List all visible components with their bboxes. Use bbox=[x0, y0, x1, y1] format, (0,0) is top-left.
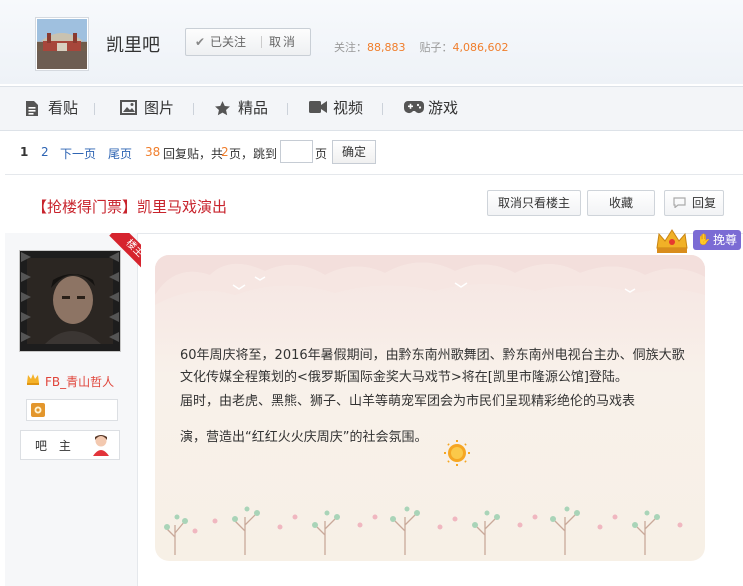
thread-title-bar: 【抢楼得门票】凯里马戏演出 取消只看楼主 收藏 回复 bbox=[5, 174, 743, 234]
gamepad-icon bbox=[404, 101, 424, 113]
nav-divider bbox=[193, 103, 194, 115]
reply-text: 回复贴，共 bbox=[163, 147, 224, 161]
reward-button[interactable]: ✋ 挽尊 bbox=[693, 230, 741, 250]
author-role: 吧 主 bbox=[35, 439, 75, 453]
tab-label: 图片 bbox=[144, 99, 175, 117]
op-badge-label: 楼主 bbox=[109, 233, 141, 271]
thread-title: 【抢楼得门票】凯里马戏演出 bbox=[32, 198, 228, 216]
page-2-link[interactable]: 2 bbox=[41, 145, 49, 159]
posts-label: 贴子： bbox=[419, 41, 453, 54]
document-icon bbox=[26, 101, 38, 116]
follow-toggle-button[interactable]: ✔ 已关注 取消 bbox=[185, 28, 311, 56]
admin-avatar-icon bbox=[93, 435, 109, 456]
follows-label: 关注： bbox=[334, 41, 367, 54]
nav-divider bbox=[287, 103, 288, 115]
jump-confirm-button[interactable]: 确定 bbox=[332, 140, 376, 164]
reply-button[interactable]: 回复 bbox=[664, 190, 724, 216]
post-paragraph: 60年周庆将至，2016年暑假期间，由黔东南州歌舞团、黔东南州电视台主办、侗族大… bbox=[180, 348, 685, 385]
tab-label: 视频 bbox=[333, 99, 364, 117]
star-icon bbox=[215, 101, 230, 116]
pages-text: 页，跳到 bbox=[229, 147, 278, 161]
reward-label: 挽尊 bbox=[713, 233, 738, 247]
page-unit: 页 bbox=[315, 147, 328, 161]
total-pages: 2 bbox=[221, 145, 229, 159]
post-content-card: 60年周庆将至，2016年暑假期间，由黔东南州歌舞团、黔东南州电视台主办、侗族大… bbox=[155, 255, 705, 561]
follows-count: 88,883 bbox=[367, 41, 406, 54]
favorite-button[interactable]: 收藏 bbox=[587, 190, 655, 216]
tab-label: 游戏 bbox=[428, 99, 459, 117]
author-role-box[interactable]: 吧 主 bbox=[20, 430, 120, 460]
forum-stats: 关注：88,883 贴子：4,086,602 bbox=[334, 39, 508, 55]
author-level-box[interactable] bbox=[26, 399, 118, 421]
nav-divider bbox=[382, 103, 383, 115]
comment-icon bbox=[673, 197, 686, 208]
level-badge-icon bbox=[31, 403, 45, 417]
post-body: 60年周庆将至，2016年暑假期间，由黔东南州歌舞团、黔东南州电视台主办、侗族大… bbox=[180, 345, 685, 449]
forum-nav: 看贴 图片 精品 视频 游戏 bbox=[0, 86, 743, 131]
next-page-link[interactable]: 下一页 bbox=[60, 145, 96, 162]
nav-divider bbox=[94, 103, 95, 115]
video-icon bbox=[309, 101, 327, 113]
crown-icon bbox=[27, 374, 39, 385]
author-username[interactable]: FB_青山哲人 bbox=[45, 373, 114, 390]
tab-label: 精品 bbox=[238, 99, 269, 117]
reply-button-label: 回复 bbox=[692, 196, 717, 210]
post-paragraph: 届时，由老虎、黑熊、狮子、山羊等萌宠军团会为市民们呈现精彩绝伦的马戏表 bbox=[180, 394, 636, 409]
current-page: 1 bbox=[20, 145, 29, 159]
reply-count: 38 bbox=[145, 145, 161, 159]
jump-page-input[interactable] bbox=[280, 140, 313, 163]
only-op-button[interactable]: 取消只看楼主 bbox=[487, 190, 581, 216]
forum-title[interactable]: 凯里吧 bbox=[106, 31, 160, 57]
gold-crown-icon bbox=[656, 229, 688, 253]
tab-label: 看贴 bbox=[48, 99, 79, 117]
checkmark-icon: ✔ bbox=[195, 35, 206, 49]
follow-status-label: 已关注 bbox=[210, 35, 247, 49]
forum-avatar[interactable] bbox=[35, 17, 89, 71]
last-page-link[interactable]: 尾页 bbox=[108, 145, 132, 162]
hand-icon: ✋ bbox=[697, 233, 711, 246]
post-paragraph: 演，营造出“红红火火庆周庆”的社会氛围。 bbox=[180, 430, 428, 445]
op-badge: 楼主 bbox=[103, 233, 141, 271]
reward-area: ✋ 挽尊 bbox=[639, 226, 743, 256]
image-icon bbox=[120, 100, 137, 115]
author-sidebar: 楼主 FB_青山哲人 吧 主 bbox=[5, 233, 141, 586]
unfollow-link[interactable]: 取消 bbox=[269, 29, 297, 55]
forum-header: 凯里吧 ✔ 已关注 取消 关注：88,883 贴子：4,086,602 bbox=[0, 0, 743, 84]
forum-avatar-image bbox=[37, 19, 87, 69]
divider bbox=[261, 36, 262, 48]
posts-count: 4,086,602 bbox=[452, 41, 509, 54]
